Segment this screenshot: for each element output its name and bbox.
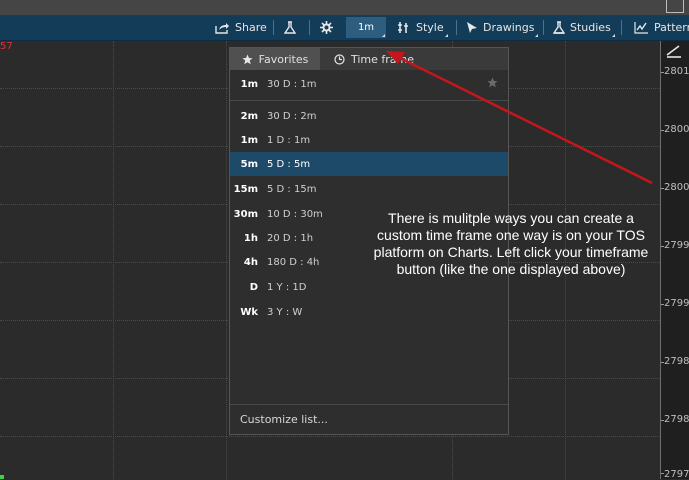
annotation-text: There is mulitple ways you can create a … [373, 210, 649, 277]
